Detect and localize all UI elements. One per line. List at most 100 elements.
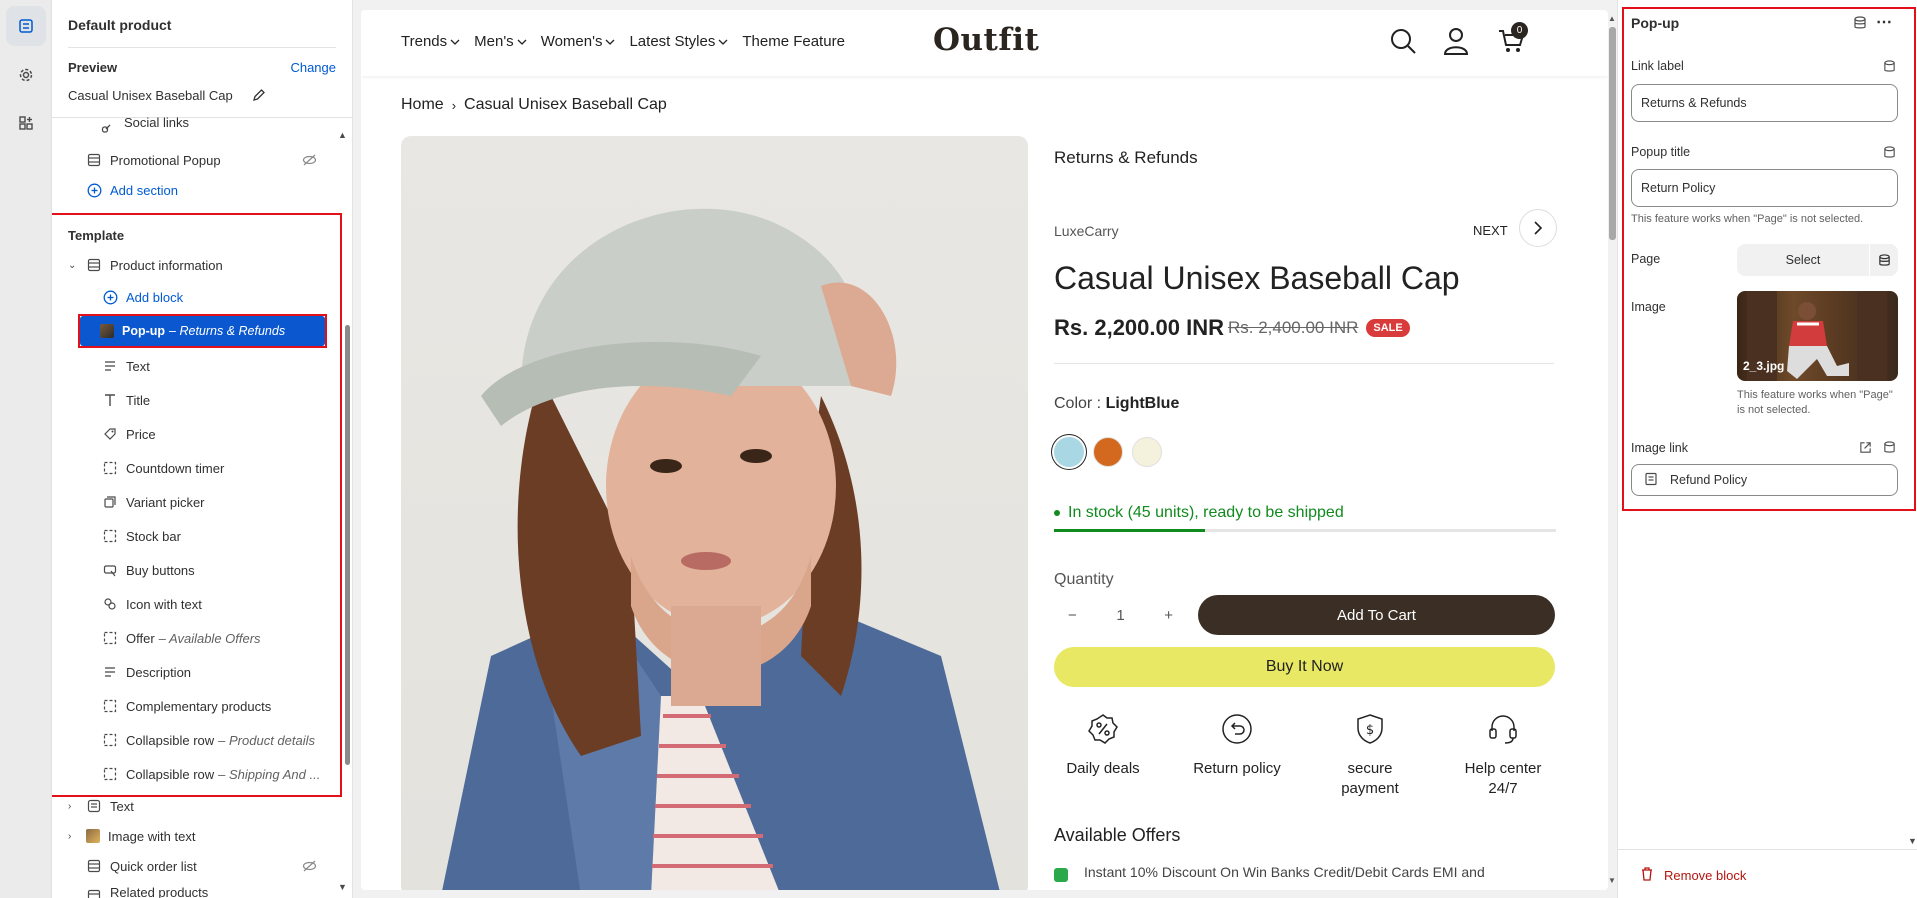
store-preview: Trends Men's Women's Latest Styles Theme Fea… xyxy=(361,10,1608,890)
section-label: Text xyxy=(110,798,134,814)
section-label: Promotional Popup xyxy=(110,152,221,168)
breadcrumb-home[interactable]: Home xyxy=(401,96,444,114)
preview-product-name: Casual Unisex Baseball Cap xyxy=(68,88,233,103)
svg-text:$: $ xyxy=(1366,723,1374,738)
headset-icon xyxy=(1487,713,1519,748)
change-link[interactable]: Change xyxy=(290,60,336,75)
stock-bar-fill xyxy=(1054,529,1205,532)
nav-item[interactable]: Women's xyxy=(541,33,616,50)
color-option: Color : LightBlue xyxy=(1054,395,1179,413)
nav-label: Women's xyxy=(540,33,603,50)
feature-daily-deals: Daily deals xyxy=(1038,759,1168,779)
apps-icon[interactable] xyxy=(6,103,46,143)
cart-icon[interactable]: 0 xyxy=(1498,22,1528,57)
section-label: Social links xyxy=(124,114,190,130)
price-block: Rs. 2,200.00 INR Rs. 2,400.00 INR SALE xyxy=(1054,315,1410,341)
section-icon xyxy=(86,858,102,874)
sections-icon[interactable] xyxy=(6,6,46,46)
section-image-with-text[interactable]: › Image with text xyxy=(52,821,352,851)
quantity-plus-button[interactable]: + xyxy=(1164,607,1173,624)
next-product-label[interactable]: NEXT xyxy=(1473,223,1508,238)
feature-label: Return policy xyxy=(1193,760,1281,777)
stock-bar-track xyxy=(1054,529,1556,532)
image-thumbnail-icon xyxy=(86,829,100,843)
cart-count-badge: 0 xyxy=(1511,22,1528,39)
quantity-value[interactable]: 1 xyxy=(1116,607,1124,624)
settings-gear-icon[interactable] xyxy=(6,55,46,95)
scrollbar-thumb[interactable] xyxy=(345,325,350,765)
chevron-down-icon xyxy=(517,33,527,50)
offer-text: Instant 10% Discount On Win Banks Credit… xyxy=(1084,864,1485,880)
color-value: LightBlue xyxy=(1105,395,1180,412)
color-swatch[interactable] xyxy=(1054,437,1084,467)
store-logo[interactable]: Outfit xyxy=(933,22,1039,58)
scroll-up-arrow-icon[interactable]: ▲ xyxy=(1608,14,1616,23)
stock-text: In stock (45 units), ready to be shipped xyxy=(1068,504,1344,521)
section-quick-order-list[interactable]: Quick order list xyxy=(52,851,352,881)
nav-label: Theme Feature xyxy=(742,33,845,50)
stock-status: In stock (45 units), ready to be shipped xyxy=(1054,504,1344,522)
feature-label: secure xyxy=(1347,760,1393,777)
next-arrow-icon[interactable] xyxy=(1519,209,1557,247)
section-label: Quick order list xyxy=(110,858,197,874)
store-header: Trends Men's Women's Latest Styles Theme Fea… xyxy=(361,10,1608,76)
sections-panel: Default product Preview Change Casual Un… xyxy=(52,0,353,898)
section-icon xyxy=(86,152,102,168)
feature-label: Daily deals xyxy=(1066,760,1140,777)
chevron-down-icon xyxy=(718,33,728,50)
quantity-minus-button[interactable]: − xyxy=(1068,607,1077,624)
scroll-down-arrow-icon[interactable]: ▼ xyxy=(1608,876,1616,885)
color-swatch[interactable] xyxy=(1093,437,1123,467)
feature-label: payment xyxy=(1341,780,1399,797)
add-to-cart-button[interactable]: Add To Cart xyxy=(1198,595,1555,635)
scroll-down-arrow-icon[interactable]: ▼ xyxy=(1908,836,1917,846)
stock-dot-icon xyxy=(1054,510,1060,516)
percent-badge-icon xyxy=(1087,713,1119,748)
scroll-up-arrow-icon[interactable]: ▲ xyxy=(338,130,347,140)
section-label: Related products xyxy=(110,884,209,898)
hidden-eye-icon[interactable] xyxy=(302,153,317,170)
chevron-right-icon[interactable]: › xyxy=(68,801,86,812)
sale-badge: SALE xyxy=(1366,319,1410,337)
annotation-box xyxy=(1622,7,1916,511)
divider xyxy=(1618,849,1917,850)
scrollbar-thumb[interactable] xyxy=(1609,27,1616,240)
buy-now-button[interactable]: Buy It Now xyxy=(1054,647,1555,687)
trash-icon xyxy=(1640,866,1654,884)
nav-item[interactable]: Theme Feature xyxy=(742,33,845,50)
chevron-right-icon[interactable]: › xyxy=(68,831,86,842)
nav-label: Latest Styles xyxy=(629,33,716,50)
shield-dollar-icon: $ xyxy=(1354,713,1386,748)
sale-price: Rs. 2,200.00 INR xyxy=(1054,315,1224,340)
add-section-button[interactable]: Add section xyxy=(52,175,352,205)
chevron-down-icon xyxy=(605,33,615,50)
returns-refunds-link[interactable]: Returns & Refunds xyxy=(1054,148,1198,168)
pencil-icon[interactable] xyxy=(252,88,266,105)
divider xyxy=(68,47,336,48)
section-related-products[interactable]: Related products xyxy=(52,881,352,898)
chevron-down-icon xyxy=(450,33,460,50)
preview-scrollbar[interactable]: ▲ ▼ xyxy=(1608,10,1617,890)
breadcrumb-current: Casual Unisex Baseball Cap xyxy=(464,96,667,113)
product-image[interactable] xyxy=(401,136,1028,890)
account-icon[interactable] xyxy=(1443,27,1469,58)
hidden-eye-icon[interactable] xyxy=(302,859,317,876)
section-social-links[interactable]: Social links xyxy=(52,114,352,140)
feature-label: 24/7 xyxy=(1488,780,1518,797)
preview-label: Preview xyxy=(68,60,118,75)
search-icon[interactable] xyxy=(1389,27,1417,58)
quantity-label: Quantity xyxy=(1054,571,1114,588)
nav-item[interactable]: Trends xyxy=(401,33,460,50)
nav-item[interactable]: Men's xyxy=(474,33,527,50)
section-promotional-popup[interactable]: Promotional Popup xyxy=(52,145,352,175)
annotation-box xyxy=(78,314,327,348)
quantity-stepper: − 1 + xyxy=(1054,595,1187,635)
remove-block-label: Remove block xyxy=(1664,867,1747,883)
link-icon xyxy=(100,119,116,135)
color-swatch[interactable] xyxy=(1132,437,1162,467)
remove-block-button[interactable]: Remove block xyxy=(1640,866,1746,884)
scroll-down-arrow-icon[interactable]: ▼ xyxy=(338,882,347,892)
feature-secure-payment: secure payment xyxy=(1305,759,1435,799)
plus-circle-icon xyxy=(86,182,102,198)
nav-item[interactable]: Latest Styles xyxy=(629,33,728,50)
